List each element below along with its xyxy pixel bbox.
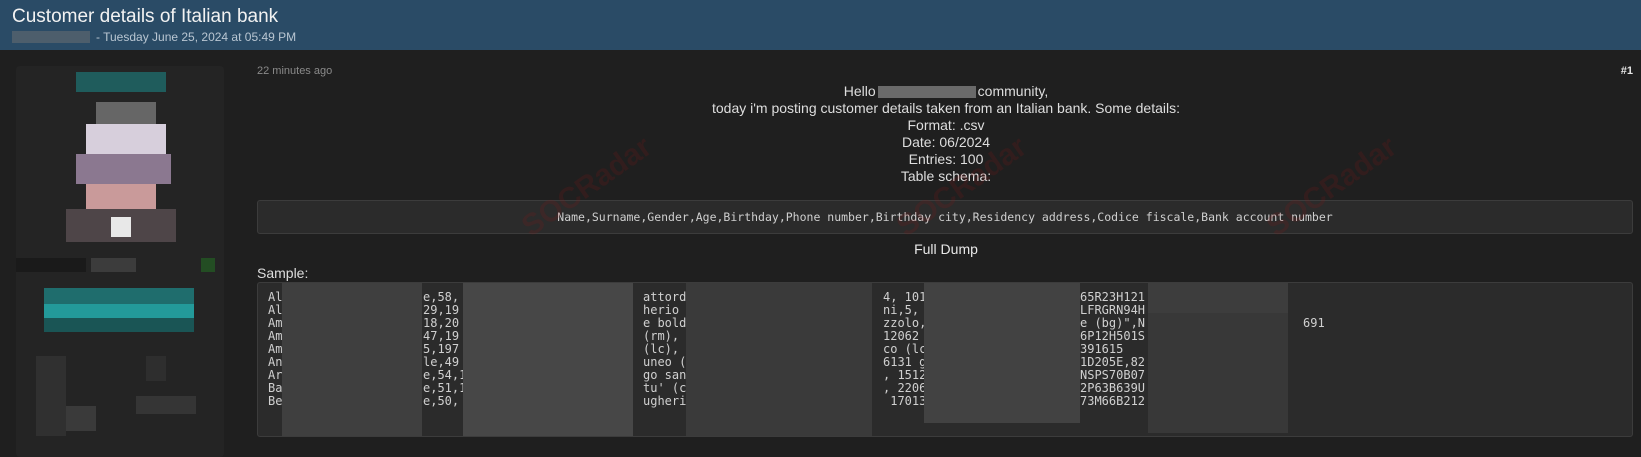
redacted-author: [12, 31, 90, 43]
intro-line: today i'm posting customer details taken…: [711, 100, 1181, 116]
redacted-forum-name: [877, 86, 976, 99]
redaction-block: [1148, 283, 1288, 313]
entries-line: Entries: 100: [908, 151, 984, 167]
full-dump-link[interactable]: Full Dump: [257, 241, 1635, 257]
greeting-line: Hello community,: [257, 83, 1635, 100]
redacted-username: [16, 258, 224, 272]
redacted-user-stats: [26, 346, 216, 446]
format-line: Format: .csv: [907, 117, 985, 133]
avatar[interactable]: [56, 72, 196, 247]
user-rank-badge: [44, 288, 194, 332]
sample-label: Sample:: [257, 265, 309, 281]
thread-title: Customer details of Italian bank: [12, 6, 279, 27]
post: 22 minutes ago #1 Hello community, today …: [257, 60, 1635, 457]
thread-meta: - Tuesday June 25, 2024 at 05:49 PM: [12, 30, 1629, 44]
redaction-block: [463, 283, 633, 436]
redaction-block: [282, 283, 422, 436]
thread-date: - Tuesday June 25, 2024 at 05:49 PM: [96, 30, 297, 44]
redaction-block: [686, 283, 872, 436]
post-intro: Hello community, today i'm posting custom…: [257, 83, 1635, 185]
post-number[interactable]: #1: [1621, 65, 1633, 77]
greeting-start: Hello: [843, 83, 876, 99]
thread-body: 22 minutes ago #1 Hello community, today …: [0, 50, 1641, 457]
sample-code-block: Al e,58, attord 4, 1014 65R23H121 Al 29,19 her…: [257, 282, 1633, 437]
thread-header: Customer details of Italian bank - Tuesd…: [0, 0, 1641, 50]
date-line: Date: 06/2024: [902, 134, 990, 150]
redaction-block: [924, 283, 1080, 423]
redaction-block: [1148, 313, 1288, 433]
author-sidebar: [16, 66, 224, 457]
greeting-end: community,: [977, 83, 1049, 99]
post-time[interactable]: 22 minutes ago: [257, 65, 332, 77]
